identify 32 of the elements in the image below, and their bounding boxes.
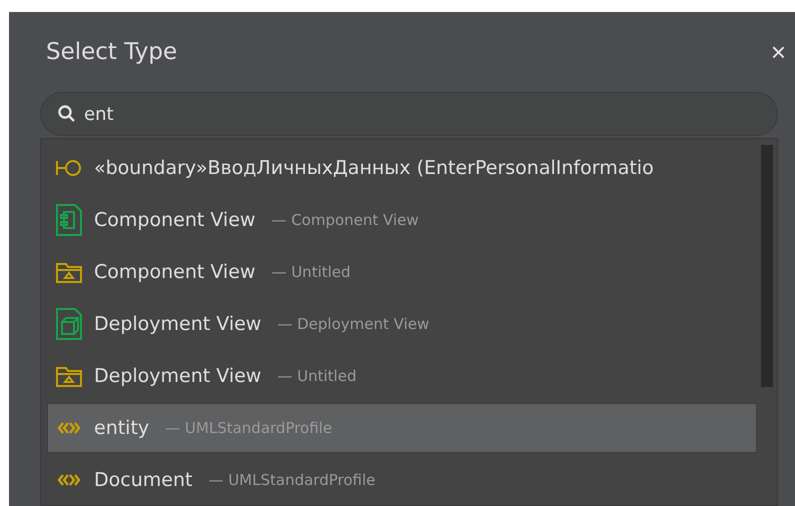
guillemets-icon [56, 472, 82, 488]
dialog-title: Select Type [45, 39, 178, 65]
result-item[interactable]: Component View — Untitled [47, 247, 757, 297]
result-detail: — Deployment View [277, 315, 430, 333]
result-name: Component View [94, 261, 256, 283]
result-item[interactable]: Deployment View — Untitled [47, 351, 757, 401]
result-detail: — Component View [271, 211, 419, 229]
result-name: «boundary»ВводЛичныхДанных (EnterPersonalInformatio [94, 157, 654, 179]
folder-icon [56, 365, 82, 387]
guillemets-icon [56, 420, 82, 436]
result-name: Document [94, 469, 192, 491]
result-item[interactable]: Component View — Component View [47, 195, 757, 245]
scrollbar[interactable] [761, 145, 773, 387]
folder-icon [56, 261, 82, 283]
component-diagram-icon [56, 204, 82, 236]
result-detail: — UMLStandardProfile [208, 471, 376, 489]
result-detail: — Untitled [277, 367, 356, 385]
result-detail: — Untitled [271, 263, 351, 281]
result-item[interactable]: Deployment View — Deployment View [47, 299, 757, 349]
result-item[interactable]: entity — UMLStandardProfile [47, 403, 757, 453]
boundary-icon [56, 159, 82, 177]
result-name: Deployment View [94, 365, 262, 387]
result-item[interactable]: «boundary»ВводЛичныхДанных (EnterPersonalInformatio [47, 143, 757, 193]
deployment-diagram-icon [56, 308, 82, 340]
search-icon [57, 104, 77, 124]
search-field[interactable]: ent [40, 92, 778, 136]
result-name: Component View [94, 209, 256, 231]
result-detail: — UMLStandardProfile [165, 419, 332, 437]
close-button[interactable]: × [770, 36, 786, 68]
result-name: Deployment View [94, 313, 262, 335]
result-item[interactable]: Document — UMLStandardProfile [47, 455, 757, 505]
result-name: entity [94, 417, 150, 439]
